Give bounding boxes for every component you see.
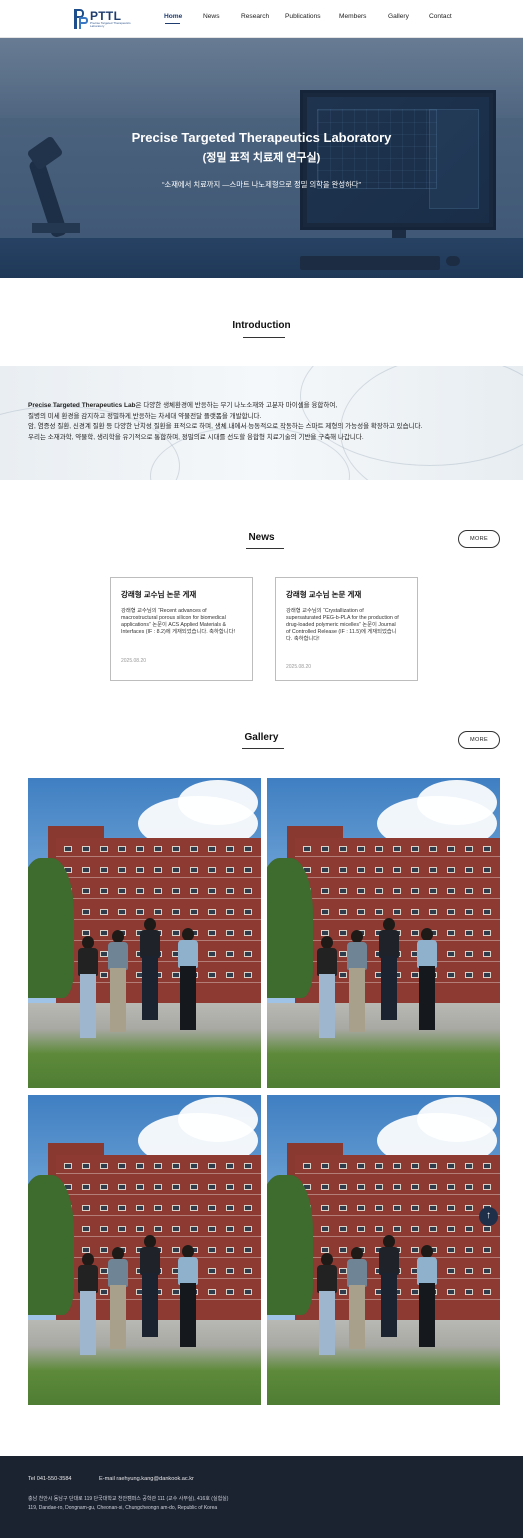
intro-title-underline bbox=[243, 337, 285, 338]
nav-active-underline bbox=[165, 23, 180, 24]
footer-email[interactable]: E-mail raehyung.kang@dankook.ac.kr bbox=[99, 1476, 194, 1482]
gallery-title-underline bbox=[242, 748, 284, 749]
nav-publications[interactable]: Publications bbox=[285, 13, 321, 20]
news-more-button[interactable]: MORE bbox=[458, 530, 500, 548]
news-title-underline bbox=[246, 548, 284, 549]
hero-banner: Precise Targeted Therapeutics Laboratory… bbox=[0, 38, 523, 278]
nav-gallery[interactable]: Gallery bbox=[388, 13, 409, 20]
logo[interactable]: PTTL Precise Targeted Therapeutics Labor… bbox=[74, 9, 136, 31]
intro-text: Precise Targeted Therapeutics Lab은 다양한 생… bbox=[28, 402, 423, 441]
hero-subtitle: (정밀 표적 치료제 연구실) bbox=[202, 152, 321, 164]
hero-tagline: “소재에서 치료까지 —스마트 나노제형으로 정밀 의학을 완성하다” bbox=[162, 180, 361, 189]
nav-members[interactable]: Members bbox=[339, 13, 366, 20]
news-card-title: 강래형 교수님 논문 게재 bbox=[286, 590, 362, 599]
news-card-date: 2025.08.20 bbox=[286, 664, 312, 670]
news-title: News bbox=[248, 532, 275, 543]
news-card-body: 강래형 교수님의 “Recent advances of macrostruct… bbox=[121, 608, 235, 635]
news-card-date: 2025.08.20 bbox=[121, 658, 147, 664]
scroll-top-button[interactable]: ↑ bbox=[479, 1207, 498, 1226]
site-header: PTTL Precise Targeted Therapeutics Labor… bbox=[0, 0, 523, 38]
footer-tel: Tel 041-550-3584 bbox=[28, 1476, 72, 1482]
gallery-more-button[interactable]: MORE bbox=[458, 731, 500, 749]
footer-address-en: 119, Dandae-ro, Dongnam-gu, Cheonan-si, … bbox=[28, 1505, 218, 1511]
nav-research[interactable]: Research bbox=[241, 13, 269, 20]
footer-address-ko: 충남 천안시 동남구 단대로 119 단국대학교 천안캠퍼스 공학관 111 (… bbox=[28, 1496, 229, 1502]
intro-title: Introduction bbox=[232, 320, 291, 331]
news-card-body: 강래형 교수님의 “Crystallization of supersatura… bbox=[286, 608, 399, 642]
logo-mark-icon bbox=[74, 9, 88, 29]
gallery-photo[interactable] bbox=[267, 1095, 500, 1405]
logo-subtext: Precise Targeted Therapeutics Laboratory bbox=[90, 21, 131, 28]
gallery-photo[interactable] bbox=[28, 1095, 261, 1405]
news-card[interactable]: 강래형 교수님 논문 게재 강래형 교수님의 “Recent advances … bbox=[110, 577, 253, 681]
site-footer: Tel 041-550-3584 E-mail raehyung.kang@da… bbox=[0, 1456, 523, 1538]
page: PTTL Precise Targeted Therapeutics Labor… bbox=[0, 0, 523, 1538]
nav-news[interactable]: News bbox=[203, 13, 220, 20]
news-card-title: 강래형 교수님 논문 게재 bbox=[121, 590, 197, 599]
nav-contact[interactable]: Contact bbox=[429, 13, 452, 20]
intro-band: Precise Targeted Therapeutics Lab은 다양한 생… bbox=[0, 366, 523, 480]
gallery-title: Gallery bbox=[244, 732, 279, 743]
hero-title: Precise Targeted Therapeutics Laboratory bbox=[131, 130, 392, 145]
nav-home[interactable]: Home bbox=[164, 13, 182, 20]
news-card[interactable]: 강래형 교수님 논문 게재 강래형 교수님의 “Crystallization … bbox=[275, 577, 418, 681]
intro-lab-name: Precise Targeted Therapeutics Lab bbox=[28, 402, 136, 409]
gallery-photo[interactable] bbox=[267, 778, 500, 1088]
gallery-photo[interactable] bbox=[28, 778, 261, 1088]
